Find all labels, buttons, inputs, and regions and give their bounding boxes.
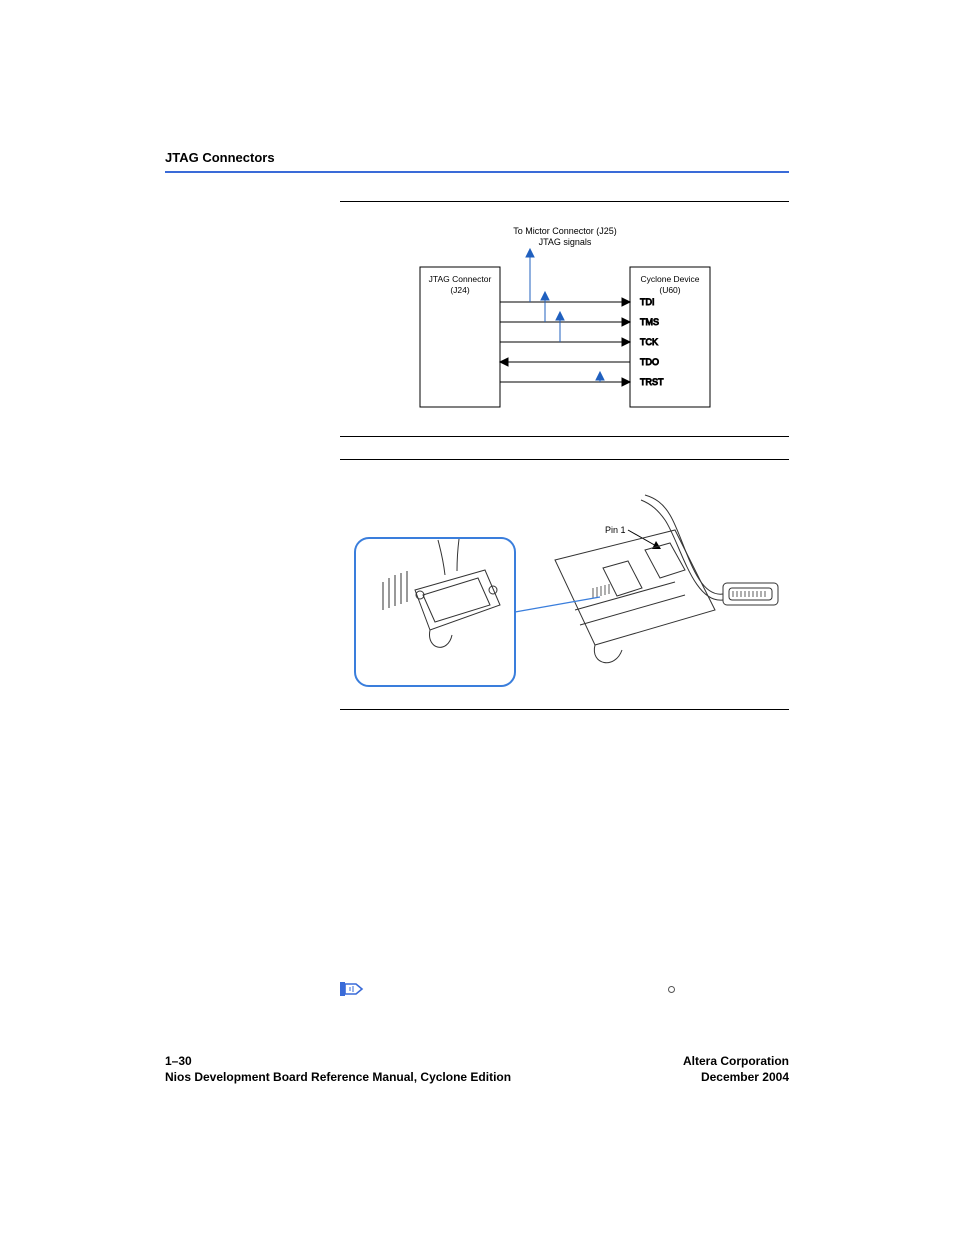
footer-page-number: 1–30 bbox=[165, 1053, 511, 1069]
page-footer: 1–30 Nios Development Board Reference Ma… bbox=[165, 1053, 789, 1085]
figure-jtag-signals: To Mictor Connector (J25) JTAG signals J… bbox=[340, 201, 789, 437]
running-header: JTAG Connectors bbox=[165, 150, 789, 165]
mictor-label-line1: To Mictor Connector (J25) bbox=[513, 226, 617, 236]
footer-date: December 2004 bbox=[683, 1069, 789, 1085]
pointing-hand-icon bbox=[340, 980, 368, 998]
jtag-signal-diagram-svg: To Mictor Connector (J25) JTAG signals J… bbox=[355, 212, 775, 422]
footer-company: Altera Corporation bbox=[683, 1053, 789, 1069]
note-row bbox=[340, 980, 789, 998]
pin1-label: Pin 1 bbox=[605, 525, 626, 535]
cyclone-device-label-l1: Cyclone Device bbox=[640, 274, 699, 284]
mictor-label-line2: JTAG signals bbox=[538, 237, 591, 247]
board-cable-svg: Pin 1 bbox=[345, 470, 785, 695]
signal-tms: TMS bbox=[640, 317, 659, 327]
signal-tck: TCK bbox=[640, 337, 658, 347]
note-bullet-icon bbox=[668, 986, 675, 993]
signal-trst: TRST bbox=[640, 377, 664, 387]
footer-manual-title: Nios Development Board Reference Manual,… bbox=[165, 1069, 511, 1085]
header-rule bbox=[165, 171, 789, 173]
signal-tdi: TDI bbox=[640, 297, 655, 307]
cyclone-device-label-l2: (U60) bbox=[659, 285, 680, 295]
figure-board-cable: Pin 1 bbox=[340, 459, 789, 710]
signal-tdo: TDO bbox=[640, 357, 659, 367]
jtag-connector-label-l2: (J24) bbox=[450, 285, 470, 295]
jtag-connector-label-l1: JTAG Connector bbox=[428, 274, 491, 284]
